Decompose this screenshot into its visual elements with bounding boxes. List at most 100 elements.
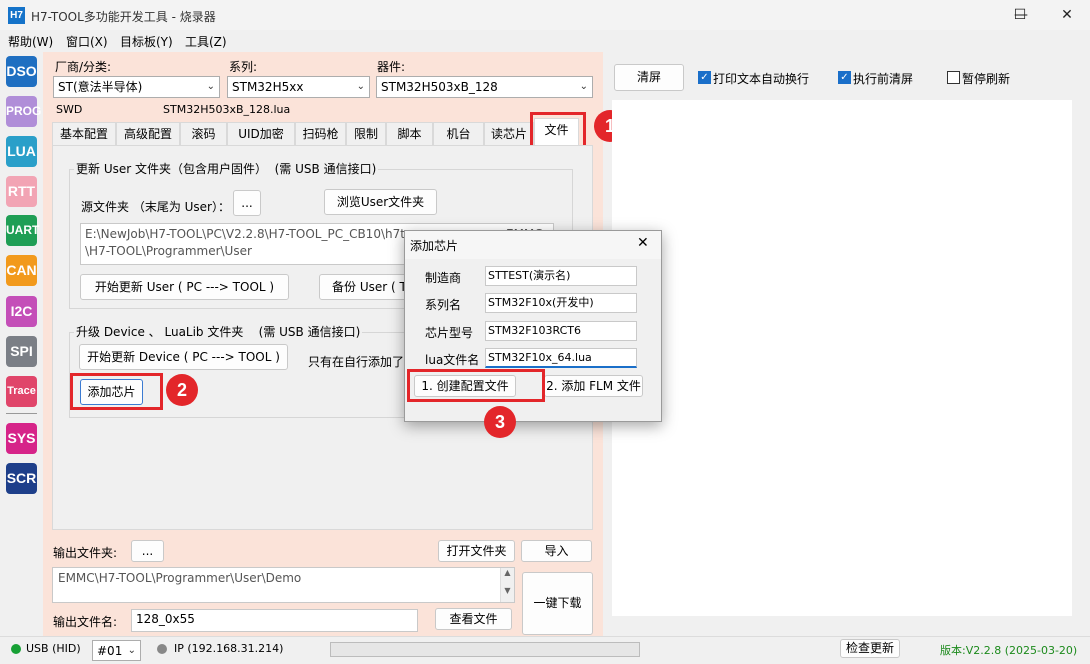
series-value: STM32H5xx — [232, 80, 304, 94]
user-group-title: 更新 User 文件夹（包含用户固件） (需 USB 通信接口) — [74, 160, 379, 177]
highlight-box-create-config — [407, 369, 545, 402]
source-folder-label: 源文件夹 （末尾为 User）： — [81, 200, 230, 214]
usb-status-text: USB (HID) — [26, 642, 81, 655]
dialog-vendor-label: 制造商 — [425, 271, 462, 285]
pause-refresh-label: 暂停刷新 — [962, 72, 1011, 86]
tab-basic[interactable]: 基本配置 — [52, 122, 116, 146]
add-flm-button[interactable]: 2. 添加 FLM 文件 — [544, 375, 643, 397]
output-folder-path-text: EMMC\H7-TOOL\Programmer\User\Demo — [58, 571, 302, 585]
lua-file-text: STM32H503xB_128.lua — [163, 103, 291, 116]
output-folder-label: 输出文件夹: — [53, 546, 118, 560]
clear-before-label: 执行前清屏 — [853, 72, 914, 86]
start-update-device-button[interactable]: 开始更新 Device ( PC ---> TOOL ) — [79, 344, 288, 370]
annotation-badge-3: 3 — [484, 406, 516, 438]
menu-help[interactable]: 帮助(W) — [8, 33, 53, 50]
output-path-scrollbar[interactable]: ▲ ▼ — [500, 568, 514, 602]
clear-screen-button[interactable]: 清屏 — [614, 64, 684, 91]
maximize-button[interactable]: ☐ — [997, 0, 1043, 30]
sidebar-uart[interactable]: UART — [6, 215, 39, 246]
tab-limit[interactable]: 限制 — [346, 122, 386, 146]
sidebar-prog[interactable]: PROG — [6, 96, 41, 127]
series-label: 系列: — [229, 60, 258, 74]
sidebar-trace[interactable]: Trace — [6, 376, 37, 407]
start-update-user-button[interactable]: 开始更新 User ( PC ---> TOOL ) — [80, 274, 289, 300]
pause-refresh-checkbox[interactable] — [947, 71, 960, 84]
interface-text: SWD — [56, 103, 83, 116]
tab-rolling-code[interactable]: 滚码 — [180, 122, 227, 146]
device-group-title: 升级 Device 、 LuaLib 文件夹 (需 USB 通信接口) — [74, 323, 363, 340]
version-text: 版本:V2.2.8 (2025-03-20) — [940, 644, 1078, 657]
output-folder-path[interactable]: EMMC\H7-TOOL\Programmer\User\Demo ▲ ▼ — [52, 567, 515, 603]
menu-window[interactable]: 窗口(X) — [66, 33, 108, 50]
log-hscrollbar[interactable] — [612, 616, 1074, 630]
port-value: #01 — [97, 644, 123, 658]
sidebar-dso[interactable]: DSO — [6, 56, 37, 87]
sidebar-divider — [6, 413, 37, 414]
tab-read-chip[interactable]: 读芯片 — [484, 122, 534, 146]
vendor-label: 厂商/分类: — [55, 60, 112, 74]
sidebar-scr[interactable]: SCR — [6, 463, 37, 494]
ip-status-text: IP (192.168.31.214) — [174, 642, 284, 655]
source-folder-browse-dots[interactable]: ... — [233, 190, 261, 216]
dialog-lua-file-input[interactable]: STM32F10x_64.lua — [485, 348, 637, 368]
chevron-down-icon: ⌄ — [356, 81, 365, 92]
sidebar-can[interactable]: CAN — [6, 255, 37, 286]
sidebar-sys[interactable]: SYS — [6, 423, 37, 454]
dialog-series-label: 系列名 — [425, 298, 462, 312]
close-button[interactable]: ✕ — [1044, 0, 1090, 30]
minimize-button-2[interactable] — [952, 0, 998, 30]
menu-tools[interactable]: 工具(Z) — [185, 33, 227, 50]
dialog-vendor-input[interactable]: STTEST(演示名) — [485, 266, 637, 286]
series-select[interactable]: STM32H5xx ⌄ — [227, 76, 370, 98]
clear-before-checkbox[interactable]: ✓ — [838, 71, 851, 84]
port-select[interactable]: #01 ⌄ — [92, 640, 141, 661]
chevron-down-icon: ⌄ — [206, 81, 215, 92]
log-output-area[interactable] — [612, 100, 1077, 630]
menu-target[interactable]: 目标板(Y) — [120, 33, 173, 50]
sidebar-lua[interactable]: LUA — [6, 136, 37, 167]
annotation-badge-2: 2 — [166, 374, 198, 406]
vendor-select[interactable]: ST(意法半导体) ⌄ — [53, 76, 220, 98]
open-folder-button[interactable]: 打开文件夹 — [438, 540, 515, 562]
output-filename-label: 输出文件名: — [53, 615, 118, 629]
chevron-down-icon: ⌄ — [579, 81, 588, 92]
only-added-note: 只有在自行添加了 — [308, 355, 405, 369]
browse-user-folder-button[interactable]: 浏览User文件夹 — [324, 189, 437, 215]
backup-user-button[interactable]: 备份 User ( T — [319, 274, 409, 300]
sidebar-i2c[interactable]: I2C — [6, 296, 37, 327]
device-select[interactable]: STM32H503xB_128 ⌄ — [376, 76, 593, 98]
view-file-button[interactable]: 查看文件 — [435, 608, 512, 630]
wrap-text-checkbox[interactable]: ✓ — [698, 71, 711, 84]
dialog-close-icon[interactable]: ✕ — [637, 235, 649, 251]
chevron-down-icon: ⌄ — [127, 645, 136, 656]
vendor-value: ST(意法半导体) — [58, 80, 143, 94]
window-title: H7-TOOL多功能开发工具 - 烧录器 — [31, 10, 216, 24]
import-button[interactable]: 导入 — [521, 540, 592, 562]
highlight-box-file-tab — [530, 112, 586, 148]
ip-status-icon — [157, 644, 167, 654]
dialog-lua-file-label: lua文件名 — [425, 353, 480, 367]
one-click-download-button[interactable]: 一键下载 — [522, 572, 593, 635]
app-icon: H7 — [8, 7, 25, 24]
highlight-box-add-chip — [70, 373, 163, 410]
output-folder-dots[interactable]: ... — [131, 540, 164, 562]
tab-uid[interactable]: UID加密 — [227, 122, 295, 146]
device-label: 器件: — [377, 60, 406, 74]
sidebar-spi[interactable]: SPI — [6, 336, 37, 367]
dialog-chip-model-label: 芯片型号 — [425, 326, 474, 340]
usb-status-icon — [11, 644, 21, 654]
wrap-text-label: 打印文本自动换行 — [713, 72, 810, 86]
sidebar-rtt[interactable]: RTT — [6, 176, 37, 207]
log-scrollbar[interactable] — [1072, 100, 1084, 630]
tab-advanced[interactable]: 高级配置 — [116, 122, 180, 146]
tab-machine[interactable]: 机台 — [433, 122, 484, 146]
dialog-title: 添加芯片 — [410, 239, 459, 253]
check-update-button[interactable]: 检查更新 — [840, 639, 900, 658]
tab-scanner[interactable]: 扫码枪 — [295, 122, 346, 146]
output-filename-field[interactable]: 128_0x55 — [131, 609, 418, 632]
tab-script[interactable]: 脚本 — [386, 122, 433, 146]
dialog-chip-model-input[interactable]: STM32F103RCT6 — [485, 321, 637, 341]
progress-bar — [330, 642, 640, 657]
dialog-series-input[interactable]: STM32F10x(开发中) — [485, 293, 637, 313]
device-value: STM32H503xB_128 — [381, 80, 498, 94]
